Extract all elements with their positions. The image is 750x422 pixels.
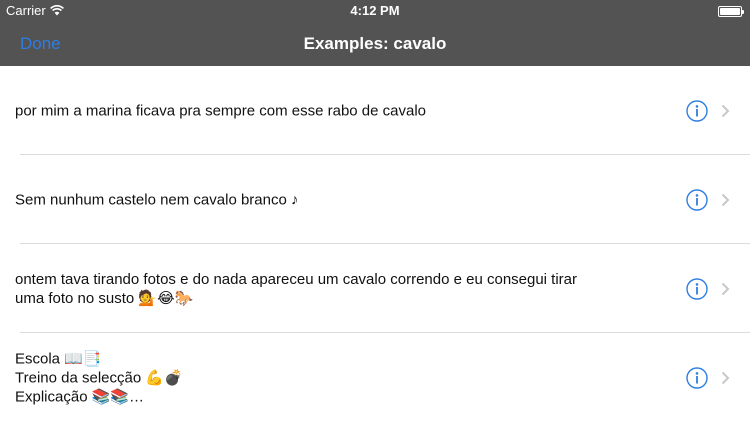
page-title: Examples: cavalo — [303, 34, 447, 53]
list-item[interactable]: por mim a marina ficava pra sempre com e… — [0, 66, 750, 155]
example-text: Sem nunhum castelo nem cavalo branco ♪ — [15, 191, 299, 208]
list-item[interactable]: ontem tava tirando fotos e do nada apare… — [0, 244, 750, 333]
header: Carrier 4:12 PM Done Examples: cavalo — [0, 0, 750, 66]
chevron-right-icon — [721, 193, 730, 207]
examples-list: por mim a marina ficava pra sempre com e… — [0, 66, 750, 422]
navigation-bar: Done Examples: cavalo — [0, 24, 750, 66]
example-text: ontem tava tirando fotos e do nada apare… — [15, 270, 578, 307]
info-icon[interactable] — [686, 366, 708, 389]
info-icon[interactable] — [686, 277, 708, 300]
info-icon[interactable] — [686, 99, 708, 122]
list-item[interactable]: Sem nunhum castelo nem cavalo branco ♪ — [0, 155, 750, 244]
status-time: 4:12 PM — [350, 3, 400, 18]
chevron-right-icon — [721, 282, 730, 296]
example-text: por mim a marina ficava pra sempre com e… — [15, 102, 427, 119]
status-bar: Carrier 4:12 PM — [0, 0, 750, 24]
info-icon[interactable] — [686, 188, 708, 211]
list-item[interactable]: Escola 📖📑 Treino da selecção 💪💣 Explicaç… — [0, 333, 750, 422]
chevron-right-icon — [721, 371, 730, 385]
example-text: Escola 📖📑 Treino da selecção 💪💣 Explicaç… — [15, 350, 183, 405]
chevron-right-icon — [721, 104, 730, 118]
battery-icon — [718, 6, 744, 17]
